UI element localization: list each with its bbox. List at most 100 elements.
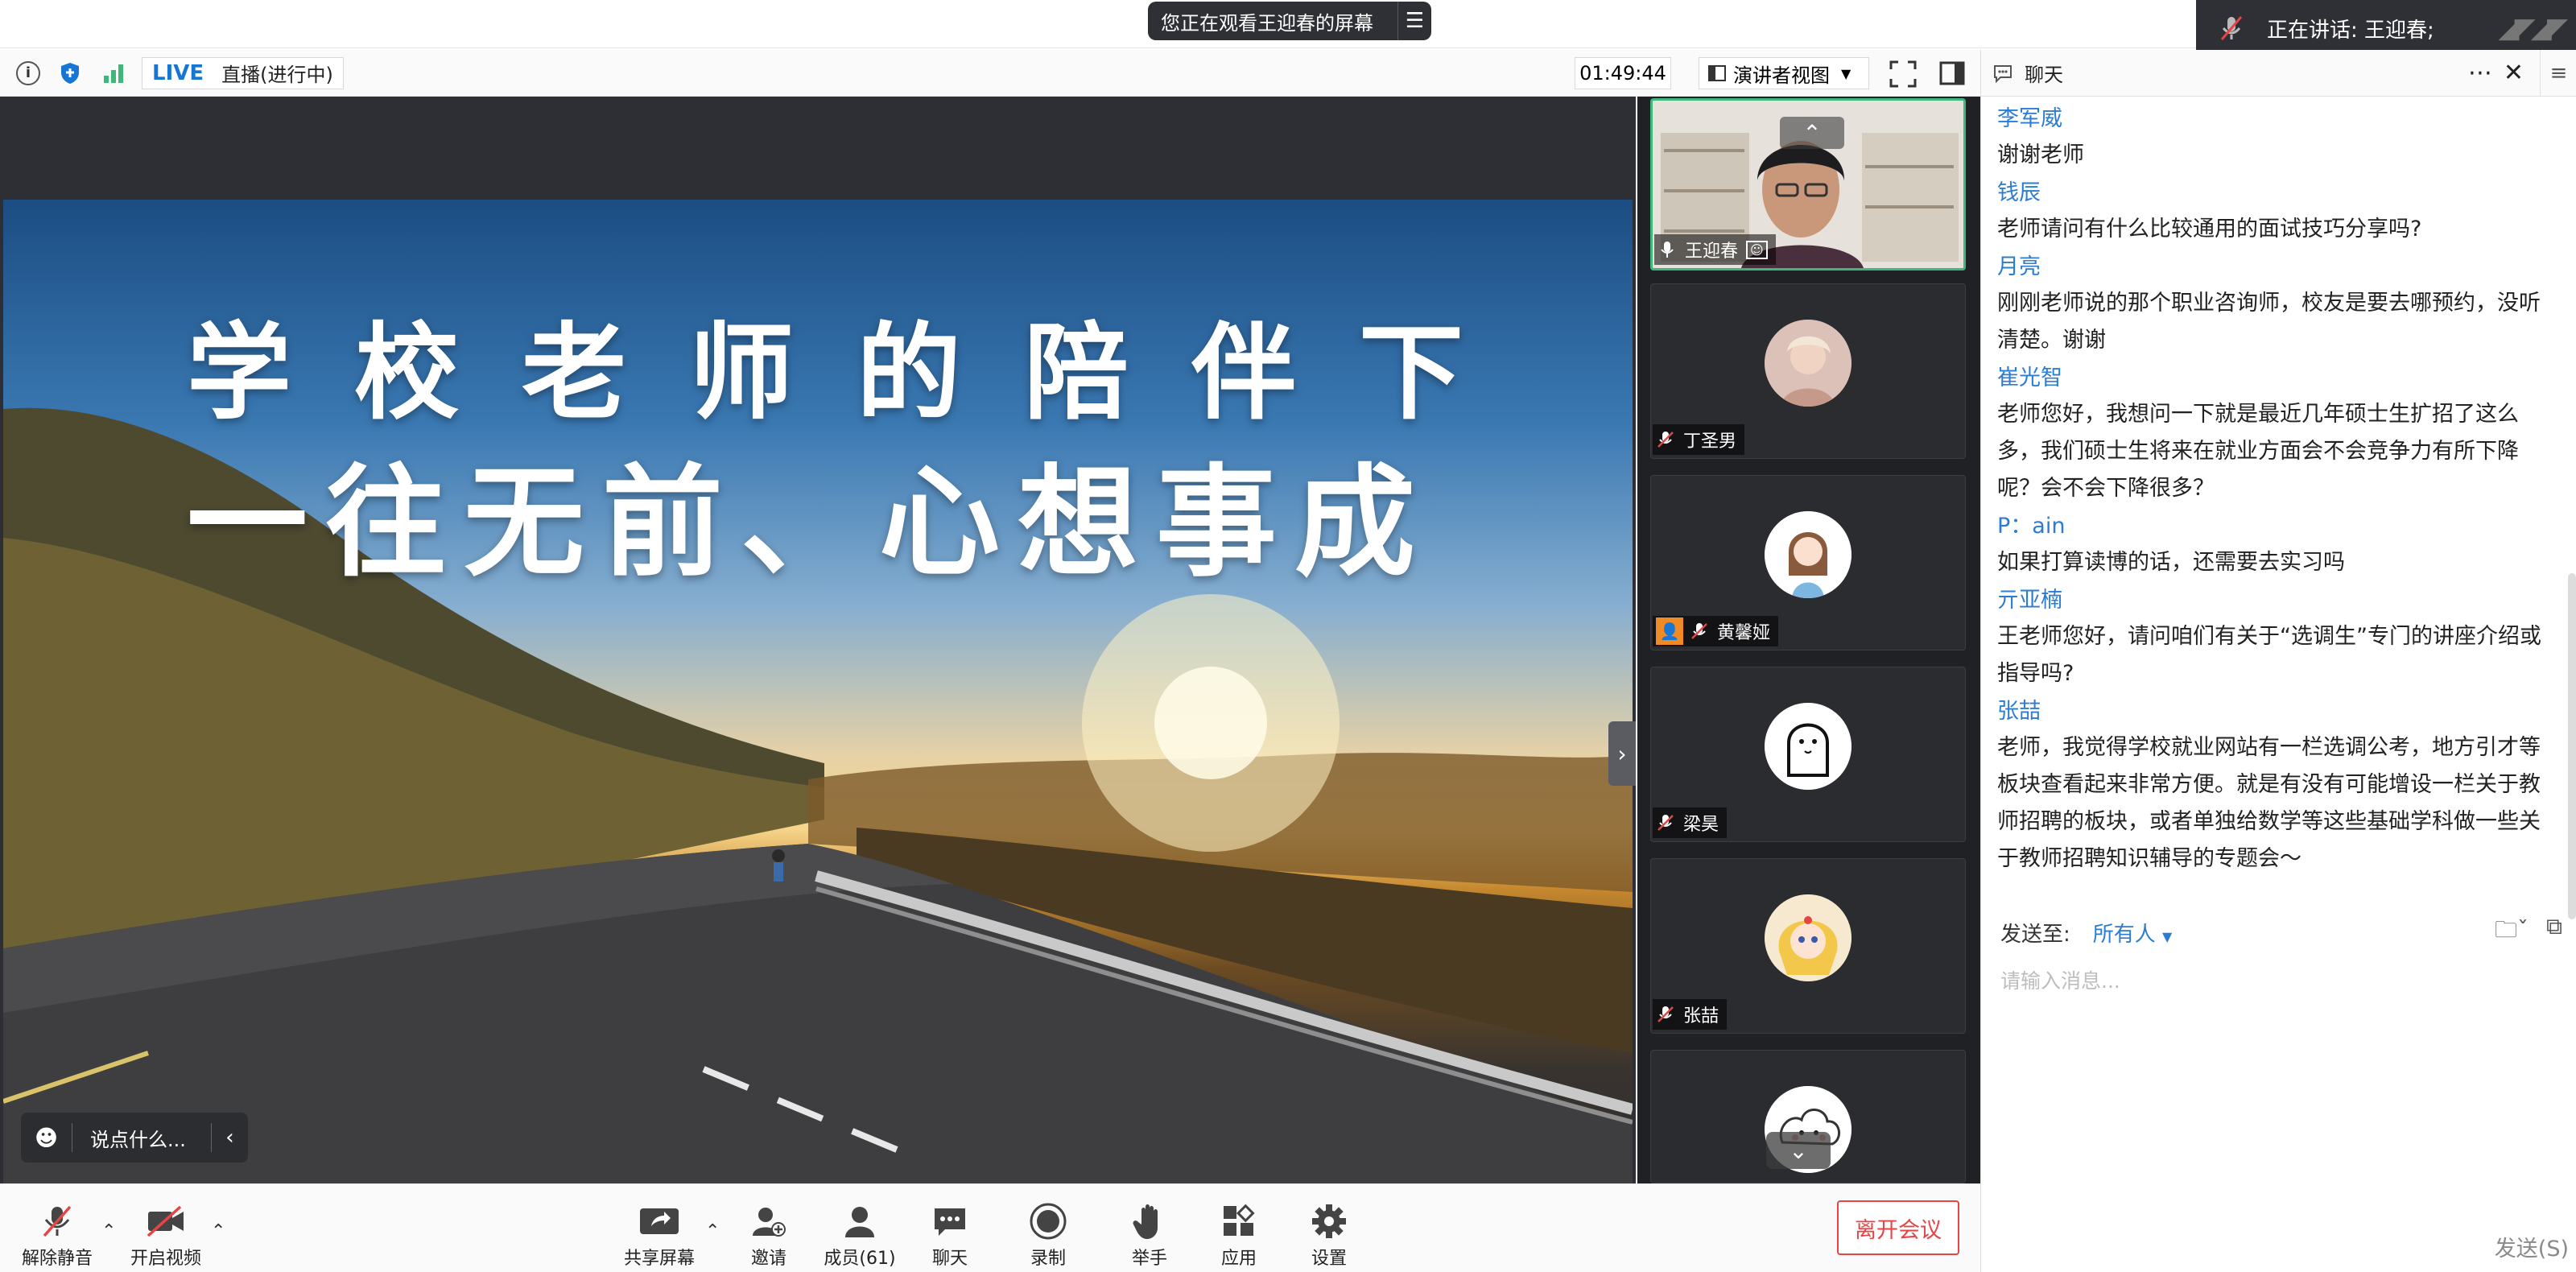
record-icon — [1030, 1203, 1067, 1240]
view-mode-label: 演讲者视图 — [1733, 64, 1830, 87]
muted-mic-icon — [1657, 432, 1674, 448]
security-shield-icon[interactable] — [56, 60, 84, 87]
banner-menu-icon[interactable]: ☰ — [1397, 2, 1431, 40]
participant-tile[interactable]: 丁圣男 — [1650, 283, 1966, 459]
participant-tile[interactable]: 👤 黄馨娅 — [1650, 475, 1966, 650]
participant-gallery: ⌃ 王迎春 ☺ 丁圣男 👤 黄馨娅 梁昊 张喆 — [1637, 97, 1980, 1183]
chat-title: 聊天 — [2025, 64, 2063, 86]
network-signal-icon[interactable] — [100, 60, 127, 87]
participant-tile-active[interactable]: ⌃ 王迎春 ☺ — [1650, 98, 1966, 271]
chevron-down-icon: ▼ — [2162, 928, 2173, 944]
unmute-button[interactable]: 解除静音 — [21, 1202, 93, 1270]
emoji-icon[interactable]: ☻ — [21, 1123, 72, 1152]
start-video-button[interactable]: 开启视频 — [129, 1202, 203, 1270]
message-sender: 亓亚楠 — [1997, 588, 2062, 613]
live-status[interactable]: LIVE 直播(进行中) — [142, 56, 344, 89]
members-button[interactable]: 成员(61) — [819, 1202, 900, 1270]
chat-message: 崔光智 老师您好，我想问一下就是最近几年硕士生扩招了这么多，我们硕士生将来在就业… — [1997, 361, 2559, 507]
share-screen-button[interactable]: 共享屏幕 — [623, 1202, 696, 1270]
more-options-icon[interactable]: ⋯ — [2468, 59, 2492, 87]
presentation-slide: 学校老师的陪伴下 一往无前、心想事成 — [3, 200, 1633, 1214]
live-status-text: 直播(进行中) — [221, 64, 333, 86]
chat-message: 张喆 老师，我觉得学校就业网站有一栏选调公考，地方引才等板块查看起来非常方便。就… — [1997, 694, 2559, 878]
apps-label: 应用 — [1220, 1249, 1257, 1269]
apps-grid-icon — [1224, 1204, 1255, 1236]
screenshot-icon[interactable]: ⧉ — [2546, 913, 2562, 952]
presenter-icon: ☺ — [1746, 240, 1768, 259]
screen-share-banner-text: 您正在观看王迎春的屏幕 — [1161, 11, 1373, 35]
message-text: 刚刚老师说的那个职业咨询师，校友是要去哪预约，没听清楚。谢谢 — [1997, 291, 2541, 353]
participant-tile[interactable]: 张喆 — [1650, 858, 1966, 1034]
participant-nameplate: 梁昊 — [1653, 807, 1728, 838]
share-screen-label: 共享屏幕 — [623, 1249, 695, 1269]
hamburger-menu-icon[interactable]: ≡ — [2540, 49, 2576, 97]
layout-icon — [1708, 65, 1726, 81]
top-strip: 您正在观看王迎春的屏幕 ☰ — [0, 0, 2576, 48]
fullscreen-icon[interactable] — [1889, 60, 1918, 89]
apps-button[interactable]: 应用 — [1203, 1202, 1275, 1270]
side-panel-icon[interactable] — [1938, 60, 1966, 87]
chat-message: 钱辰 老师请问有什么比较通用的面试技巧分享吗? — [1997, 176, 2559, 248]
view-mode-dropdown[interactable]: 演讲者视图 ▼ — [1699, 57, 1869, 89]
settings-button[interactable]: 设置 — [1293, 1202, 1365, 1270]
members-icon — [845, 1207, 874, 1237]
invite-label: 邀请 — [750, 1249, 786, 1269]
file-folder-icon[interactable]: 🗀ˇ — [2495, 913, 2529, 952]
muted-mic-icon — [43, 1205, 72, 1237]
message-text: 谢谢老师 — [1997, 142, 2084, 167]
audio-options-caret[interactable]: ⌃ — [101, 1221, 116, 1241]
chat-tools: 🗀ˇ ⧉ — [2495, 913, 2562, 952]
comment-placeholder[interactable]: 说点什么... — [72, 1124, 211, 1152]
leave-meeting-button[interactable]: 离开会议 — [1837, 1200, 1959, 1255]
chevron-down-icon: ▼ — [1841, 65, 1852, 81]
share-options-caret[interactable]: ⌃ — [705, 1221, 720, 1241]
chevron-left-icon[interactable]: ‹ — [211, 1123, 248, 1152]
settings-label: 设置 — [1311, 1249, 1347, 1269]
send-button[interactable]: 发送(S) — [2448, 1227, 2569, 1266]
invite-button[interactable]: 邀请 — [734, 1202, 803, 1270]
speaking-indicator: 正在讲话: 王迎春; ◢◤◢◤ — [2196, 0, 2576, 56]
record-button[interactable]: 录制 — [1011, 1202, 1085, 1270]
raise-hand-button[interactable]: 举手 — [1113, 1202, 1187, 1270]
meeting-timer: 01:49:44 — [1575, 57, 1671, 89]
collapse-gallery-handle[interactable]: › — [1608, 721, 1636, 786]
meeting-toolbar: i LIVE 直播(进行中) 01:49:44 演讲者视图 ▼ — [0, 50, 1980, 97]
chat-button[interactable]: 聊天 — [913, 1202, 987, 1270]
live-label: LIVE — [152, 60, 204, 85]
muted-mic-icon — [1657, 1006, 1674, 1022]
send-to-dropdown[interactable]: 所有人 ▼ — [2093, 918, 2173, 948]
audio-wave-icon: ◢◤◢◤ — [2498, 12, 2568, 44]
chat-icon — [1994, 64, 2012, 83]
participant-name: 张喆 — [1683, 1006, 1719, 1026]
participant-nameplate: 王迎春 ☺ — [1654, 234, 1776, 265]
message-sender: P：ain — [1997, 514, 2066, 539]
avatar — [1765, 894, 1852, 981]
chat-message: 亓亚楠 王老师您好，请问咱们有关于“选调生”专门的讲座介绍或指导吗? — [1997, 583, 2559, 692]
message-sender: 月亮 — [1997, 254, 2041, 279]
info-icon[interactable]: i — [16, 60, 40, 85]
unmute-label: 解除静音 — [21, 1249, 93, 1269]
chat-message-list[interactable]: 李军威 谢谢老师 钱辰 老师请问有什么比较通用的面试技巧分享吗? 月亮 刚刚老师… — [1981, 97, 2576, 950]
chat-scrollbar[interactable] — [2568, 573, 2576, 919]
video-options-caret[interactable]: ⌃ — [211, 1221, 225, 1241]
screen-share-banner[interactable]: 您正在观看王迎春的屏幕 ☰ — [1148, 2, 1431, 40]
participant-name: 黄馨娅 — [1717, 623, 1771, 643]
close-icon[interactable]: ✕ — [2504, 59, 2524, 87]
chat-label: 聊天 — [931, 1249, 968, 1269]
avatar — [1765, 320, 1852, 407]
video-off-icon — [147, 1205, 184, 1237]
avatar — [1765, 511, 1852, 598]
message-text: 老师您好，我想问一下就是最近几年硕士生扩招了这么多，我们硕士生将来在就业方面会不… — [1997, 402, 2519, 501]
scroll-down-button[interactable]: ⌄ — [1766, 1132, 1831, 1169]
message-text: 王老师您好，请问咱们有关于“选调生”专门的讲座介绍或指导吗? — [1997, 624, 2541, 686]
gear-icon — [1312, 1204, 1346, 1238]
live-comment-bar[interactable]: ☻ 说点什么... ‹ — [21, 1113, 248, 1163]
participant-name: 王迎春 — [1685, 242, 1739, 262]
muted-mic-icon — [1657, 815, 1674, 831]
chat-message: P：ain 如果打算读博的话，还需要去实习吗 — [1997, 509, 2559, 581]
record-label: 录制 — [1030, 1249, 1066, 1269]
participant-tile[interactable]: 梁昊 — [1650, 667, 1966, 842]
chat-input[interactable] — [1999, 956, 2554, 1005]
scroll-up-button[interactable]: ⌃ — [1780, 117, 1844, 149]
host-icon: 👤 — [1656, 617, 1683, 645]
